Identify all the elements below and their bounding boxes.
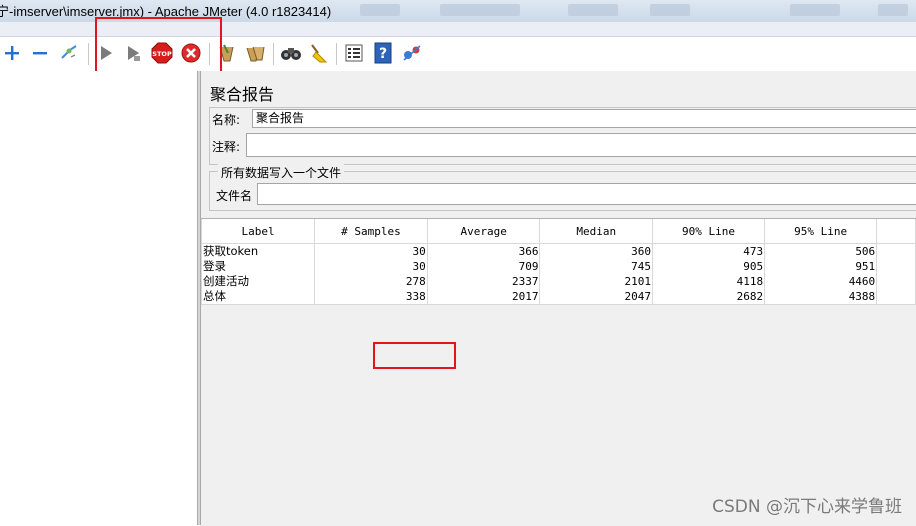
column-header[interactable]: Label — [200, 219, 316, 244]
column-header[interactable]: Average — [426, 219, 541, 244]
svg-text:?: ? — [379, 46, 387, 62]
line95-cell: 506 — [764, 243, 878, 259]
toolbar-separator — [273, 43, 274, 65]
average-cell: 366 — [426, 243, 541, 259]
comment-field[interactable] — [246, 133, 916, 157]
toolbar: STOP ? — [0, 17, 916, 85]
average-cell: 709 — [426, 259, 541, 274]
aggregate-report-panel: 聚合报告 名称: 聚合报告 注释: 所有数据写入一个文件 文件名 Label #… — [200, 71, 916, 526]
overflow-cell — [876, 259, 916, 274]
column-header[interactable]: Median — [539, 219, 653, 244]
line95-cell: 4460 — [764, 274, 878, 289]
overflow-cell — [876, 274, 916, 289]
line95-cell: 4388 — [764, 289, 878, 305]
clear-all-icon[interactable] — [244, 42, 266, 64]
median-cell: 2047 — [539, 289, 653, 305]
column-header[interactable]: 90% Line — [651, 219, 766, 244]
file-output-group: 所有数据写入一个文件 文件名 — [209, 164, 916, 211]
table-row[interactable]: 登录 30 709 745 905 951 — [200, 259, 916, 274]
samples-cell: 30 — [314, 259, 428, 274]
line90-cell: 905 — [651, 259, 766, 274]
row-label: 获取token — [200, 243, 316, 259]
toggle-icon[interactable] — [58, 42, 80, 64]
file-group-title: 所有数据写入一个文件 — [218, 164, 345, 181]
page-title: 聚合报告 — [210, 85, 275, 104]
comment-label: 注释: — [212, 140, 241, 154]
row-label: 总体 — [200, 289, 316, 305]
test-plan-tree[interactable] — [0, 71, 197, 525]
remote-icon[interactable] — [401, 42, 423, 64]
toolbar-separator — [88, 43, 89, 65]
column-header[interactable]: # Samples — [314, 219, 428, 244]
table-row[interactable]: 总体 338 2017 2047 2682 4388 — [200, 289, 916, 305]
line95-cell: 951 — [764, 259, 878, 274]
median-cell: 745 — [539, 259, 653, 274]
filename-label: 文件名 — [216, 189, 253, 203]
watermark: CSDN @沉下心来学鲁班 — [712, 497, 902, 517]
reset-search-icon[interactable] — [308, 42, 330, 64]
average-cell: 2017 — [426, 289, 541, 305]
titlebar-decoration — [878, 4, 908, 16]
column-header[interactable] — [876, 219, 916, 244]
median-cell: 360 — [539, 243, 653, 259]
highlight-box-samples — [373, 342, 456, 369]
titlebar-decoration — [650, 4, 690, 16]
plus-icon[interactable] — [1, 42, 23, 64]
line90-cell: 473 — [651, 243, 766, 259]
name-label: 名称: — [212, 113, 241, 127]
titlebar-decoration — [440, 4, 520, 16]
line90-cell: 2682 — [651, 289, 766, 305]
samples-cell: 30 — [314, 243, 428, 259]
row-label: 创建活动 — [200, 274, 316, 289]
column-header[interactable]: 95% Line — [764, 219, 878, 244]
line90-cell: 4118 — [651, 274, 766, 289]
function-helper-icon[interactable] — [343, 42, 365, 64]
results-table-area: Label # Samples Average Median 90% Line … — [200, 218, 916, 526]
samples-cell: 338 — [314, 289, 428, 305]
titlebar-decoration — [360, 4, 400, 16]
search-icon[interactable] — [280, 42, 302, 64]
table-row[interactable]: 创建活动 278 2337 2101 4118 4460 — [200, 274, 916, 289]
titlebar-decoration — [790, 4, 840, 16]
aggregate-table: Label # Samples Average Median 90% Line … — [200, 219, 916, 305]
help-icon[interactable]: ? — [372, 42, 394, 64]
median-cell: 2101 — [539, 274, 653, 289]
titlebar-decoration — [568, 4, 618, 16]
table-row[interactable]: 获取token 30 366 360 473 506 — [200, 243, 916, 259]
minus-icon[interactable] — [29, 42, 51, 64]
row-label: 登录 — [200, 259, 316, 274]
overflow-cell — [876, 289, 916, 305]
toolbar-separator — [336, 43, 337, 65]
table-header-row: Label # Samples Average Median 90% Line … — [200, 219, 916, 244]
filename-field[interactable] — [257, 183, 916, 205]
name-field[interactable]: 聚合报告 — [252, 109, 916, 128]
name-comment-box: 名称: 聚合报告 注释: — [209, 107, 916, 165]
overflow-cell — [876, 243, 916, 259]
samples-cell: 278 — [314, 274, 428, 289]
average-cell: 2337 — [426, 274, 541, 289]
